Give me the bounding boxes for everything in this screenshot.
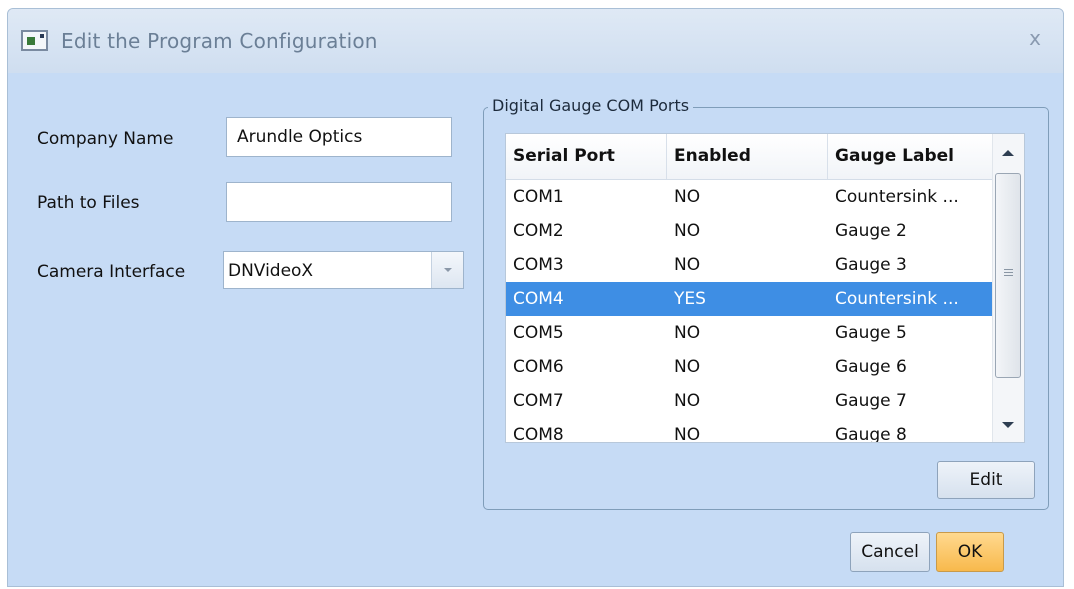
scrollbar-thumb[interactable] [995, 173, 1021, 378]
column-header-enabled[interactable]: Enabled [667, 134, 828, 179]
gauge-label-cell: Gauge 6 [835, 357, 907, 377]
config-dialog: Edit the Program Configuration x Company… [7, 8, 1064, 587]
dropdown-arrow-button[interactable] [431, 252, 463, 288]
enabled-cell: NO [674, 221, 701, 241]
company-name-label: Company Name [37, 129, 174, 149]
serial-port-cell: COM7 [513, 391, 564, 411]
table-row[interactable]: COM5 NO Gauge 5 [506, 316, 992, 350]
camera-interface-value: DNVideoX [228, 261, 314, 281]
grid-header: Serial Port Enabled Gauge Label [506, 134, 992, 180]
gauge-ports-grid[interactable]: Serial Port Enabled Gauge Label COM1 NO … [505, 133, 1025, 443]
camera-interface-label: Camera Interface [37, 262, 186, 282]
title-bar[interactable]: Edit the Program Configuration x [8, 9, 1063, 73]
gauge-label-cell: Gauge 7 [835, 391, 907, 411]
table-row[interactable]: COM2 NO Gauge 2 [506, 214, 992, 248]
chevron-down-icon [444, 268, 452, 272]
enabled-cell: NO [674, 187, 701, 207]
cancel-button[interactable]: Cancel [850, 532, 930, 572]
enabled-cell: NO [674, 323, 701, 343]
gauge-label-cell: Countersink ... [835, 289, 959, 309]
table-row[interactable]: COM8 NO Gauge 8 [506, 418, 992, 443]
table-row[interactable]: COM3 NO Gauge 3 [506, 248, 992, 282]
gauge-label-cell: Gauge 8 [835, 425, 907, 443]
table-row[interactable]: COM1 NO Countersink ... [506, 180, 992, 214]
serial-port-cell: COM4 [513, 289, 564, 309]
column-header-serial-port[interactable]: Serial Port [506, 134, 667, 179]
company-name-input[interactable] [226, 117, 452, 157]
table-row-selected[interactable]: COM4 YES Countersink ... [506, 282, 992, 316]
serial-port-cell: COM8 [513, 425, 564, 443]
enabled-cell: NO [674, 391, 701, 411]
table-row[interactable]: COM6 NO Gauge 6 [506, 350, 992, 384]
gauge-ports-group-title: Digital Gauge COM Ports [488, 96, 694, 115]
arrow-up-icon [1002, 150, 1014, 156]
path-to-files-label: Path to Files [37, 193, 140, 213]
path-to-files-input[interactable] [226, 182, 452, 222]
arrow-down-icon [1002, 422, 1014, 428]
table-row[interactable]: COM7 NO Gauge 7 [506, 384, 992, 418]
gauge-label-cell: Gauge 5 [835, 323, 907, 343]
enabled-cell: YES [674, 289, 706, 309]
serial-port-cell: COM6 [513, 357, 564, 377]
ok-button[interactable]: OK [936, 532, 1004, 572]
enabled-cell: NO [674, 255, 701, 275]
close-button[interactable]: x [1023, 26, 1047, 50]
enabled-cell: NO [674, 425, 701, 443]
grid-vertical-scrollbar[interactable] [992, 134, 1024, 442]
dialog-client-area: Company Name Path to Files Camera Interf… [8, 73, 1063, 586]
serial-port-cell: COM3 [513, 255, 564, 275]
column-header-gauge-label[interactable]: Gauge Label [828, 134, 992, 179]
serial-port-cell: COM5 [513, 323, 564, 343]
edit-gauge-button[interactable]: Edit [937, 461, 1035, 499]
gauge-label-cell: Countersink ... [835, 187, 959, 207]
scroll-up-button[interactable] [993, 134, 1024, 168]
app-window-icon [21, 30, 48, 51]
grip-icon [1004, 269, 1013, 276]
gauge-label-cell: Gauge 2 [835, 221, 907, 241]
gauge-label-cell: Gauge 3 [835, 255, 907, 275]
serial-port-cell: COM2 [513, 221, 564, 241]
enabled-cell: NO [674, 357, 701, 377]
camera-interface-dropdown[interactable]: DNVideoX [223, 251, 464, 289]
scroll-down-button[interactable] [993, 408, 1024, 442]
window-title: Edit the Program Configuration [61, 29, 378, 53]
serial-port-cell: COM1 [513, 187, 564, 207]
